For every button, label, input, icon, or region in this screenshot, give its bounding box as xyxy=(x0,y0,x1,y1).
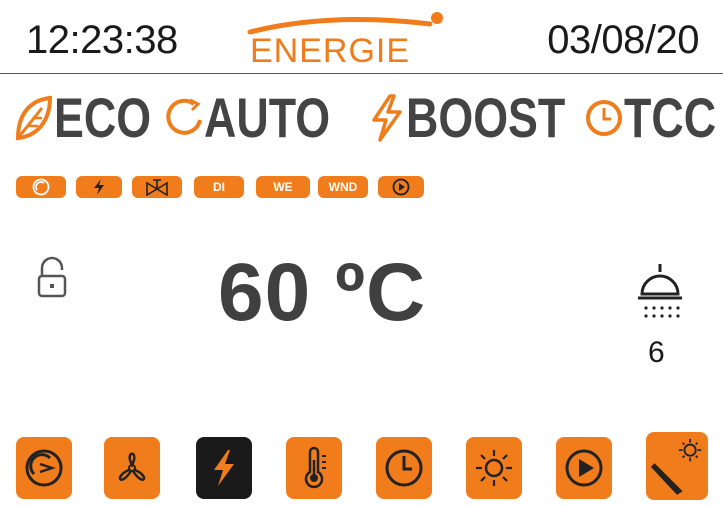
sun-icon xyxy=(476,450,512,486)
boost-button[interactable] xyxy=(196,437,252,499)
thermometer-button[interactable] xyxy=(286,437,342,499)
logo-text: ENERGIE xyxy=(250,32,411,70)
unlock-icon[interactable] xyxy=(36,256,68,300)
compressor-icon xyxy=(25,449,63,487)
clock-time: 12:23:38 xyxy=(26,18,178,62)
lightning-icon xyxy=(94,179,104,195)
refresh-icon xyxy=(166,98,202,135)
mode-eco-label: ECO xyxy=(54,85,152,149)
status-compressor xyxy=(16,176,66,198)
fan-button[interactable] xyxy=(104,437,160,499)
mode-auto-label: AUTO xyxy=(204,85,331,149)
clock-icon xyxy=(385,449,423,487)
lightning-icon xyxy=(214,450,234,486)
status-play xyxy=(378,176,424,198)
status-wnd: WND xyxy=(318,176,368,198)
compressor-button[interactable] xyxy=(16,437,72,499)
mode-eco[interactable]: ECO xyxy=(14,85,175,149)
water-temperature: 60 ºC xyxy=(218,247,427,338)
status-power xyxy=(76,176,122,198)
play-icon xyxy=(565,449,603,487)
mode-auto[interactable]: AUTO xyxy=(164,85,362,149)
play-icon xyxy=(392,178,410,196)
mode-boost-label: BOOST xyxy=(406,85,566,149)
shower-icon xyxy=(638,264,682,318)
play-button[interactable] xyxy=(556,437,612,499)
status-we: WE xyxy=(256,176,310,198)
thermometer-icon xyxy=(304,446,326,489)
solar-panel-icon xyxy=(650,438,702,495)
valve-icon xyxy=(146,179,168,196)
solar-button[interactable] xyxy=(646,432,708,500)
header-divider xyxy=(0,73,723,74)
shower-count: 6 xyxy=(648,336,665,369)
mode-tcc-label: TCC xyxy=(624,85,717,149)
mode-tcc[interactable]: TCC xyxy=(584,85,723,149)
compressor-icon xyxy=(32,178,50,196)
status-valve xyxy=(132,176,182,198)
mode-boost[interactable]: BOOST xyxy=(366,85,605,149)
energie-logo: ENERGIE xyxy=(240,10,500,70)
clock-icon xyxy=(586,100,622,136)
sun-button[interactable] xyxy=(466,437,522,499)
leaf-icon xyxy=(15,95,53,141)
fan-icon xyxy=(118,452,146,481)
clock-button[interactable] xyxy=(376,437,432,499)
lightning-icon xyxy=(372,94,402,142)
status-di: DI xyxy=(194,176,244,198)
clock-date: 03/08/20 xyxy=(547,18,699,62)
